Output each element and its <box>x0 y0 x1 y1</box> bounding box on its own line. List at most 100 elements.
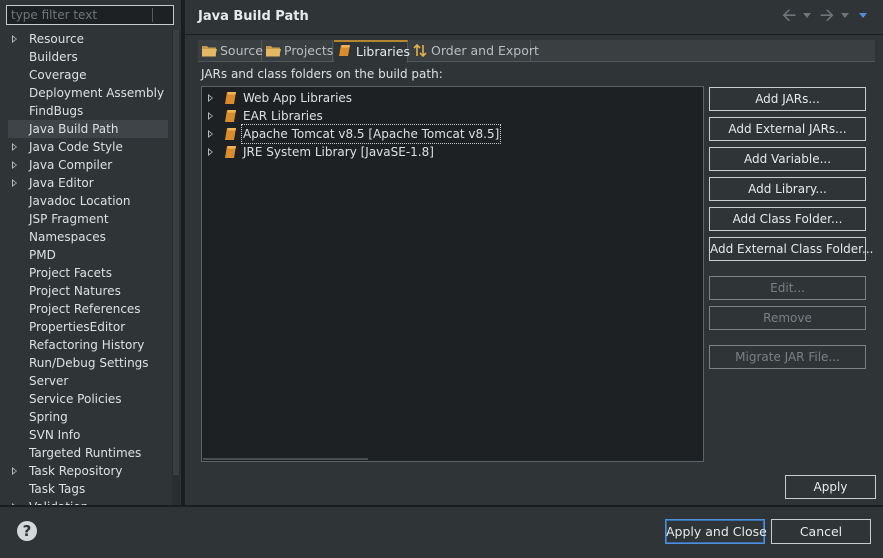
forward-arrow-icon[interactable]: 🡪 <box>817 6 837 26</box>
view-menu-icon[interactable] <box>859 13 867 18</box>
nav-scrollbar[interactable] <box>172 30 180 505</box>
page-title: Java Build Path <box>198 9 309 24</box>
properties-page: Java Build Path 🡨 🡪 Source Projects Libr… <box>185 0 883 505</box>
expand-arrow-icon[interactable] <box>208 112 213 120</box>
expand-arrow-icon[interactable] <box>12 161 17 169</box>
nav-item-label: Server <box>29 374 69 388</box>
library-jar-icon <box>225 110 236 122</box>
nav-item-validation[interactable]: Validation <box>8 498 168 505</box>
libraries-icon <box>339 45 350 56</box>
add-variable-button[interactable]: Add Variable... <box>709 147 866 171</box>
cancel-button[interactable]: Cancel <box>771 519 871 544</box>
expand-arrow-icon[interactable] <box>12 143 17 151</box>
tab-source[interactable]: Source <box>198 40 263 62</box>
nav-item-task-repository[interactable]: Task Repository <box>8 462 168 480</box>
filter-placeholder: type filter text <box>11 8 98 22</box>
add-jars-button[interactable]: Add JARs... <box>709 87 866 111</box>
nav-item-project-references[interactable]: Project References <box>8 300 168 318</box>
nav-scrollbar-thumb[interactable] <box>173 30 179 475</box>
add-external-class-folder-button[interactable]: Add External Class Folder... <box>709 237 873 261</box>
nav-item-label: Validation <box>29 498 88 505</box>
tab-source-label: Source <box>220 43 263 58</box>
nav-item-label: SVN Info <box>29 428 81 442</box>
nav-item-findbugs[interactable]: FindBugs <box>8 102 168 120</box>
nav-item-label: Namespaces <box>29 230 106 244</box>
nav-item-label: Java Build Path <box>29 122 119 136</box>
nav-item-label: Refactoring History <box>29 338 145 352</box>
nav-item-task-tags[interactable]: Task Tags <box>8 480 168 498</box>
nav-item-label: Targeted Runtimes <box>29 446 142 460</box>
apply-and-close-button[interactable]: Apply and Close <box>665 519 767 544</box>
nav-item-pmd[interactable]: PMD <box>8 246 168 264</box>
title-separator <box>185 34 883 35</box>
nav-item-label: Javadoc Location <box>29 194 131 208</box>
nav-item-builders[interactable]: Builders <box>8 48 168 66</box>
edit-button[interactable]: Edit... <box>709 276 866 300</box>
tab-order-export[interactable]: Order and Export <box>409 40 539 62</box>
add-class-folder-button[interactable]: Add Class Folder... <box>709 207 866 231</box>
nav-item-targeted-runtimes[interactable]: Targeted Runtimes <box>8 444 168 462</box>
expand-arrow-icon[interactable] <box>208 130 213 138</box>
filter-input[interactable]: type filter text <box>6 5 174 25</box>
nav-item-label: Project References <box>29 302 141 316</box>
nav-item-label: Java Code Style <box>29 140 123 154</box>
filter-clear-divider <box>152 8 153 22</box>
expand-arrow-icon[interactable] <box>208 148 213 156</box>
nav-item-propertieseditor[interactable]: PropertiesEditor <box>8 318 168 336</box>
nav-item-deployment-assembly[interactable]: Deployment Assembly <box>8 84 168 102</box>
nav-item-run-debug-settings[interactable]: Run/Debug Settings <box>8 354 168 372</box>
nav-item-resource[interactable]: Resource <box>8 30 168 48</box>
nav-item-spring[interactable]: Spring <box>8 408 168 426</box>
back-dropdown-icon[interactable] <box>803 13 811 18</box>
preference-tree: Resource Builders Coverage Deployment Assem… <box>0 30 172 505</box>
expand-arrow-icon[interactable] <box>12 179 17 187</box>
dialog-separator <box>0 505 883 507</box>
libraries-tree[interactable]: Web App Libraries EAR Libraries Apache T… <box>201 86 704 462</box>
nav-item-refactoring-history[interactable]: Refactoring History <box>8 336 168 354</box>
library-item-label: Apache Tomcat v8.5 [Apache Tomcat v8.5] <box>240 124 502 144</box>
library-item-label: JRE System Library [JavaSE-1.8] <box>243 145 434 159</box>
preference-nav-panel: type filter text Resource Builders Coverag… <box>0 0 181 505</box>
add-library-button[interactable]: Add Library... <box>709 177 866 201</box>
libraries-list-label: JARs and class folders on the build path… <box>201 67 443 81</box>
tree-hscrollbar[interactable] <box>203 458 368 460</box>
nav-item-java-editor[interactable]: Java Editor <box>8 174 168 192</box>
expand-arrow-icon[interactable] <box>12 467 17 475</box>
nav-item-java-build-path[interactable]: Java Build Path <box>8 120 168 138</box>
nav-item-java-code-style[interactable]: Java Code Style <box>8 138 168 156</box>
nav-item-label: Builders <box>29 50 78 64</box>
library-item-label: EAR Libraries <box>243 109 323 123</box>
nav-item-server[interactable]: Server <box>8 372 168 390</box>
library-jar-icon <box>225 146 236 158</box>
nav-item-coverage[interactable]: Coverage <box>8 66 168 84</box>
nav-item-label: Java Compiler <box>29 158 113 172</box>
nav-item-label: Project Facets <box>29 266 112 280</box>
back-arrow-icon[interactable]: 🡨 <box>779 6 799 26</box>
nav-item-javadoc-location[interactable]: Javadoc Location <box>8 192 168 210</box>
nav-item-label: JSP Fragment <box>29 212 109 226</box>
add-external-jars-button[interactable]: Add External JARs... <box>709 117 866 141</box>
tab-projects-label: Projects <box>284 43 334 58</box>
nav-item-project-natures[interactable]: Project Natures <box>8 282 168 300</box>
tab-libraries[interactable]: Libraries <box>334 40 410 63</box>
nav-item-project-facets[interactable]: Project Facets <box>8 264 168 282</box>
help-icon[interactable]: ? <box>17 521 37 541</box>
nav-item-java-compiler[interactable]: Java Compiler <box>8 156 168 174</box>
nav-item-label: FindBugs <box>29 104 84 118</box>
apply-button[interactable]: Apply <box>785 475 876 499</box>
tab-libraries-label: Libraries <box>356 44 410 59</box>
library-jar-icon <box>225 92 236 104</box>
nav-item-service-policies[interactable]: Service Policies <box>8 390 168 408</box>
nav-item-jsp-fragment[interactable]: JSP Fragment <box>8 210 168 228</box>
expand-arrow-icon[interactable] <box>12 35 17 43</box>
nav-item-label: PropertiesEditor <box>29 320 126 334</box>
nav-item-label: Run/Debug Settings <box>29 356 149 370</box>
migrate-jar-button[interactable]: Migrate JAR File... <box>709 345 866 369</box>
expand-arrow-icon[interactable] <box>208 94 213 102</box>
forward-dropdown-icon[interactable] <box>841 13 849 18</box>
nav-item-namespaces[interactable]: Namespaces <box>8 228 168 246</box>
nav-item-svn-info[interactable]: SVN Info <box>8 426 168 444</box>
remove-button[interactable]: Remove <box>709 306 866 330</box>
source-folder-icon <box>202 46 217 57</box>
tab-projects[interactable]: Projects <box>262 40 333 62</box>
